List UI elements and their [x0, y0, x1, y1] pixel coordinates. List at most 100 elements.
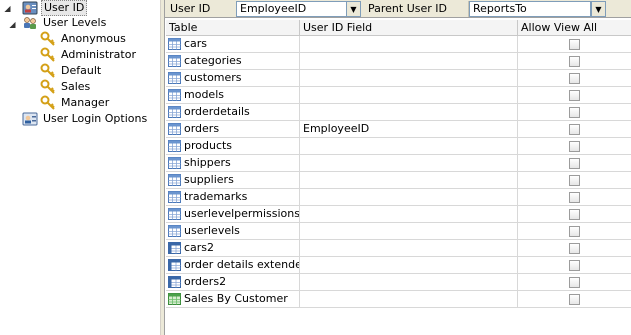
table-row[interactable]: products: [166, 138, 631, 155]
tree-item-user-login-options[interactable]: User Login Options: [22, 111, 149, 127]
permissions-grid: Table User ID Field Allow View All cars c…: [166, 20, 631, 335]
parent-user-id-field-select[interactable]: ReportsTo: [469, 1, 591, 17]
allow-view-all-checkbox[interactable]: [569, 259, 580, 271]
table-name-cell[interactable]: categories: [166, 53, 300, 69]
table-name: Sales By Customer: [184, 292, 288, 305]
allow-view-all-checkbox[interactable]: [569, 38, 580, 50]
user-id-field-cell[interactable]: [300, 138, 518, 154]
table-row[interactable]: suppliers: [166, 172, 631, 189]
tree-item-level-sales[interactable]: Sales: [40, 79, 92, 95]
user-id-field-select[interactable]: EmployeeID: [236, 1, 347, 17]
allow-view-all-checkbox[interactable]: [569, 157, 580, 169]
table-name-cell[interactable]: orderdetails: [166, 104, 300, 120]
table-name-cell[interactable]: cars2: [166, 240, 300, 256]
allow-view-all-checkbox[interactable]: [569, 225, 580, 237]
column-header-allow-view-all[interactable]: Allow View All: [518, 20, 631, 35]
tree-item-level-default[interactable]: Default: [40, 63, 103, 79]
user-id-field-cell[interactable]: [300, 53, 518, 69]
table-row[interactable]: userlevels: [166, 223, 631, 240]
tree-item-label: Sales: [61, 80, 91, 93]
table-row[interactable]: shippers: [166, 155, 631, 172]
table-icon: [168, 157, 181, 169]
table-row[interactable]: orderdetails: [166, 104, 631, 121]
user-id-field-cell[interactable]: [300, 104, 518, 120]
allow-view-all-checkbox[interactable]: [569, 208, 580, 220]
table-name-cell[interactable]: orders: [166, 121, 300, 137]
table-name-cell[interactable]: suppliers: [166, 172, 300, 188]
table-row[interactable]: userlevelpermissions: [166, 206, 631, 223]
table-name-cell[interactable]: orders2: [166, 274, 300, 290]
table-name-cell[interactable]: models: [166, 87, 300, 103]
table-row[interactable]: trademarks: [166, 189, 631, 206]
tree-item-level-manager[interactable]: Manager: [40, 95, 111, 111]
allow-view-all-checkbox[interactable]: [569, 72, 580, 84]
user-id-toolbar: User ID Field EmployeeID ▼ Parent User I…: [165, 0, 631, 31]
tree-item-label: Default: [61, 64, 102, 77]
allow-view-all-checkbox[interactable]: [569, 89, 580, 101]
table-name-cell[interactable]: trademarks: [166, 189, 300, 205]
collapse-user-levels-icon[interactable]: ◢: [8, 20, 17, 29]
user-id-field-cell[interactable]: [300, 70, 518, 86]
allow-view-all-cell: [518, 104, 631, 120]
table-name-cell[interactable]: cars: [166, 36, 300, 52]
user-id-field-cell[interactable]: [300, 206, 518, 222]
table-row[interactable]: orders EmployeeID: [166, 121, 631, 138]
table-row[interactable]: order details extended: [166, 257, 631, 274]
allow-view-all-cell: [518, 121, 631, 137]
allow-view-all-cell: [518, 53, 631, 69]
user-id-field-cell[interactable]: [300, 189, 518, 205]
table-name-cell[interactable]: shippers: [166, 155, 300, 171]
allow-view-all-checkbox[interactable]: [569, 242, 580, 254]
allow-view-all-checkbox[interactable]: [569, 276, 580, 288]
view-icon: [168, 259, 181, 271]
table-name: userlevels: [184, 224, 240, 237]
table-row[interactable]: cars: [166, 36, 631, 53]
table-name-cell[interactable]: userlevelpermissions: [166, 206, 300, 222]
user-id-field-cell[interactable]: [300, 87, 518, 103]
table-icon: [168, 38, 181, 50]
column-header-user-id-field[interactable]: User ID Field: [300, 20, 518, 35]
chevron-down-icon[interactable]: ▼: [591, 1, 606, 17]
table-name-cell[interactable]: userlevels: [166, 223, 300, 239]
allow-view-all-checkbox[interactable]: [569, 293, 580, 305]
table-name-cell[interactable]: Sales By Customer: [166, 291, 300, 307]
table-name-cell[interactable]: order details extended: [166, 257, 300, 273]
user-id-field-cell[interactable]: [300, 223, 518, 239]
tree-item-level-administrator[interactable]: Administrator: [40, 47, 138, 63]
tree-item-label: Administrator: [61, 48, 136, 61]
table-name-cell[interactable]: customers: [166, 70, 300, 86]
tree-item-label: Anonymous: [61, 32, 126, 45]
collapse-user-id-icon[interactable]: ◢: [3, 4, 12, 13]
key-icon: [40, 31, 55, 46]
allow-view-all-checkbox[interactable]: [569, 106, 580, 118]
table-row[interactable]: customers: [166, 70, 631, 87]
allow-view-all-cell: [518, 36, 631, 52]
table-row[interactable]: models: [166, 87, 631, 104]
tree-item-user-id[interactable]: User ID: [22, 0, 88, 16]
user-id-field-cell[interactable]: [300, 274, 518, 290]
user-id-field-cell[interactable]: [300, 291, 518, 307]
tree-item-user-levels[interactable]: User Levels: [22, 15, 108, 31]
table-row[interactable]: categories: [166, 53, 631, 70]
splitter[interactable]: [160, 0, 165, 335]
table-name: suppliers: [184, 173, 234, 186]
table-row[interactable]: orders2: [166, 274, 631, 291]
table-row[interactable]: cars2: [166, 240, 631, 257]
user-id-field-cell[interactable]: EmployeeID: [300, 121, 518, 137]
allow-view-all-checkbox[interactable]: [569, 140, 580, 152]
user-id-field-cell[interactable]: [300, 155, 518, 171]
user-id-field-cell[interactable]: [300, 240, 518, 256]
allow-view-all-checkbox[interactable]: [569, 191, 580, 203]
user-id-field-cell[interactable]: [300, 172, 518, 188]
user-id-field-cell[interactable]: [300, 36, 518, 52]
allow-view-all-checkbox[interactable]: [569, 174, 580, 186]
column-header-table[interactable]: Table: [166, 20, 300, 35]
table-name-cell[interactable]: products: [166, 138, 300, 154]
tree-item-level-anonymous[interactable]: Anonymous: [40, 31, 128, 47]
allow-view-all-checkbox[interactable]: [569, 55, 580, 67]
user-id-field-cell[interactable]: [300, 257, 518, 273]
chevron-down-icon[interactable]: ▼: [346, 1, 361, 17]
table-row[interactable]: Sales By Customer: [166, 291, 631, 308]
allow-view-all-checkbox[interactable]: [569, 123, 580, 135]
allow-view-all-cell: [518, 223, 631, 239]
